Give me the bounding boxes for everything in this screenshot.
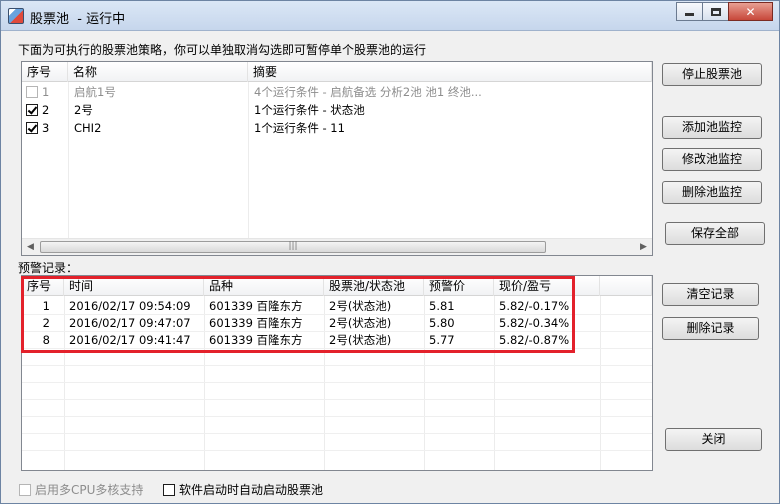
multi-cpu-checkbox[interactable] [19,484,31,496]
row-num: 3 [42,121,50,135]
grid-line [22,365,652,366]
row-checkbox[interactable] [26,122,38,134]
delete-monitor-button[interactable]: 删除池监控 [662,181,762,204]
row-checkbox[interactable] [26,86,38,98]
table-row[interactable]: 1 2016/02/17 09:54:09 601339 百隆东方 2号(状态池… [22,298,600,315]
app-icon [8,8,24,24]
instruction-text: 下面为可执行的股票池策略，你可以单独取消勾选即可暂停单个股票池的运行 [18,43,427,57]
stop-pool-button[interactable]: 停止股票池 [662,63,762,86]
row-summary: 1个运行条件 - 11 [254,121,345,135]
table-row[interactable]: 2 2号 1个运行条件 - 状态池 [22,102,628,119]
alert-num: 2 [42,316,50,330]
alert-pool: 2号(状态池) [329,333,392,347]
row-num-cell: 2 [22,102,68,119]
scroll-thumb[interactable]: ||| [40,241,546,253]
grid-line [22,433,652,434]
col-header-summary[interactable]: 摘要 [248,62,652,82]
alert-stock: 601339 百隆东方 [209,316,303,330]
row-num-cell: 1 [22,84,68,101]
row-summary: 4个运行条件 - 启航备选 分析2池 池1 终池... [254,85,482,99]
col-header-name[interactable]: 名称 [68,62,248,82]
grip-icon: ||| [288,241,298,251]
row-name: 启航1号 [74,85,116,99]
auto-start-label: 软件启动时自动启动股票池 [179,483,324,497]
alert-num: 8 [42,333,50,347]
col-header-num[interactable]: 序号 [22,276,64,296]
col-header-alert-price[interactable]: 预警价 [424,276,494,296]
alert-price: 5.77 [429,333,455,347]
row-num: 1 [42,85,50,99]
col-header-pool[interactable]: 股票池/状态池 [324,276,424,296]
edit-monitor-button[interactable]: 修改池监控 [662,148,762,171]
scroll-right-icon[interactable]: ▶ [635,239,652,255]
alert-time: 2016/02/17 09:54:09 [69,299,191,313]
auto-start-checkbox[interactable] [163,484,175,496]
title-bar[interactable]: 股票池 - 运行中 ✕ [1,1,779,31]
grid-line [22,416,652,417]
alert-current: 5.82/-0.87% [499,333,570,347]
row-name: 2号 [74,103,93,117]
window-title: 股票池 - 运行中 [30,12,126,27]
grid-line [22,399,652,400]
delete-record-button[interactable]: 删除记录 [662,317,759,340]
pool-table-header: 序号 名称 摘要 [22,62,652,82]
grid-line [600,296,601,470]
minimize-button[interactable] [676,2,703,21]
alert-pool: 2号(状态池) [329,299,392,313]
minimize-icon [685,13,694,16]
col-header-time[interactable]: 时间 [64,276,204,296]
alert-pool: 2号(状态池) [329,316,392,330]
save-all-button[interactable]: 保存全部 [665,222,765,245]
row-num-cell: 3 [22,120,68,137]
pool-strategy-table[interactable]: 序号 名称 摘要 1 启航1号 4个运行条件 - 启航备选 分析2池 池1 终池… [21,61,653,256]
multi-cpu-label: 启用多CPU多核支持 [35,483,144,497]
row-num: 2 [42,103,50,117]
alert-records-table[interactable]: 序号 时间 品种 股票池/状态池 预警价 现价/盈亏 1 2016/02/17 … [21,275,653,471]
add-monitor-button[interactable]: 添加池监控 [662,116,762,139]
alert-time: 2016/02/17 09:41:47 [69,333,191,347]
multi-cpu-option[interactable]: 启用多CPU多核支持 [19,481,143,498]
alert-current: 5.82/-0.34% [499,316,570,330]
col-header-num[interactable]: 序号 [22,62,68,82]
col-header-stock[interactable]: 品种 [204,276,324,296]
stock-pool-window: 股票池 - 运行中 ✕ 下面为可执行的股票池策略，你可以单独取消勾选即可暂停单个… [0,0,780,504]
auto-start-option[interactable]: 软件启动时自动启动股票池 [163,481,323,498]
alert-current: 5.82/-0.17% [499,299,570,313]
close-icon: ✕ [745,4,756,19]
maximize-button[interactable] [702,2,729,21]
row-checkbox[interactable] [26,104,38,116]
alert-price: 5.81 [429,299,455,313]
alerts-label: 预警记录： [18,261,79,275]
alert-price: 5.80 [429,316,455,330]
window-controls: ✕ [676,2,773,21]
scroll-left-icon[interactable]: ◀ [22,239,39,255]
alert-time: 2016/02/17 09:47:07 [69,316,191,330]
table-row[interactable]: 1 启航1号 4个运行条件 - 启航备选 分析2池 池1 终池... [22,84,628,101]
table-row[interactable]: 3 CHI2 1个运行条件 - 11 [22,120,628,137]
close-window-button[interactable]: ✕ [728,2,773,21]
alert-stock: 601339 百隆东方 [209,299,303,313]
alert-num: 1 [42,299,50,313]
row-summary: 1个运行条件 - 状态池 [254,103,365,117]
clear-records-button[interactable]: 清空记录 [662,283,759,306]
maximize-icon [710,7,721,16]
alert-table-header: 序号 时间 品种 股票池/状态池 预警价 现价/盈亏 [22,276,652,296]
table-row[interactable]: 2 2016/02/17 09:47:07 601339 百隆东方 2号(状态池… [22,315,600,332]
grid-line [22,382,652,383]
table-row[interactable]: 8 2016/02/17 09:41:47 601339 百隆东方 2号(状态池… [22,332,600,349]
col-header-blank [600,276,652,296]
grid-line [22,450,652,451]
close-button[interactable]: 关闭 [665,428,762,451]
horizontal-scrollbar[interactable]: ◀ ||| ▶ [22,238,652,255]
row-name: CHI2 [74,121,102,135]
col-header-current[interactable]: 现价/盈亏 [494,276,600,296]
alert-stock: 601339 百隆东方 [209,333,303,347]
